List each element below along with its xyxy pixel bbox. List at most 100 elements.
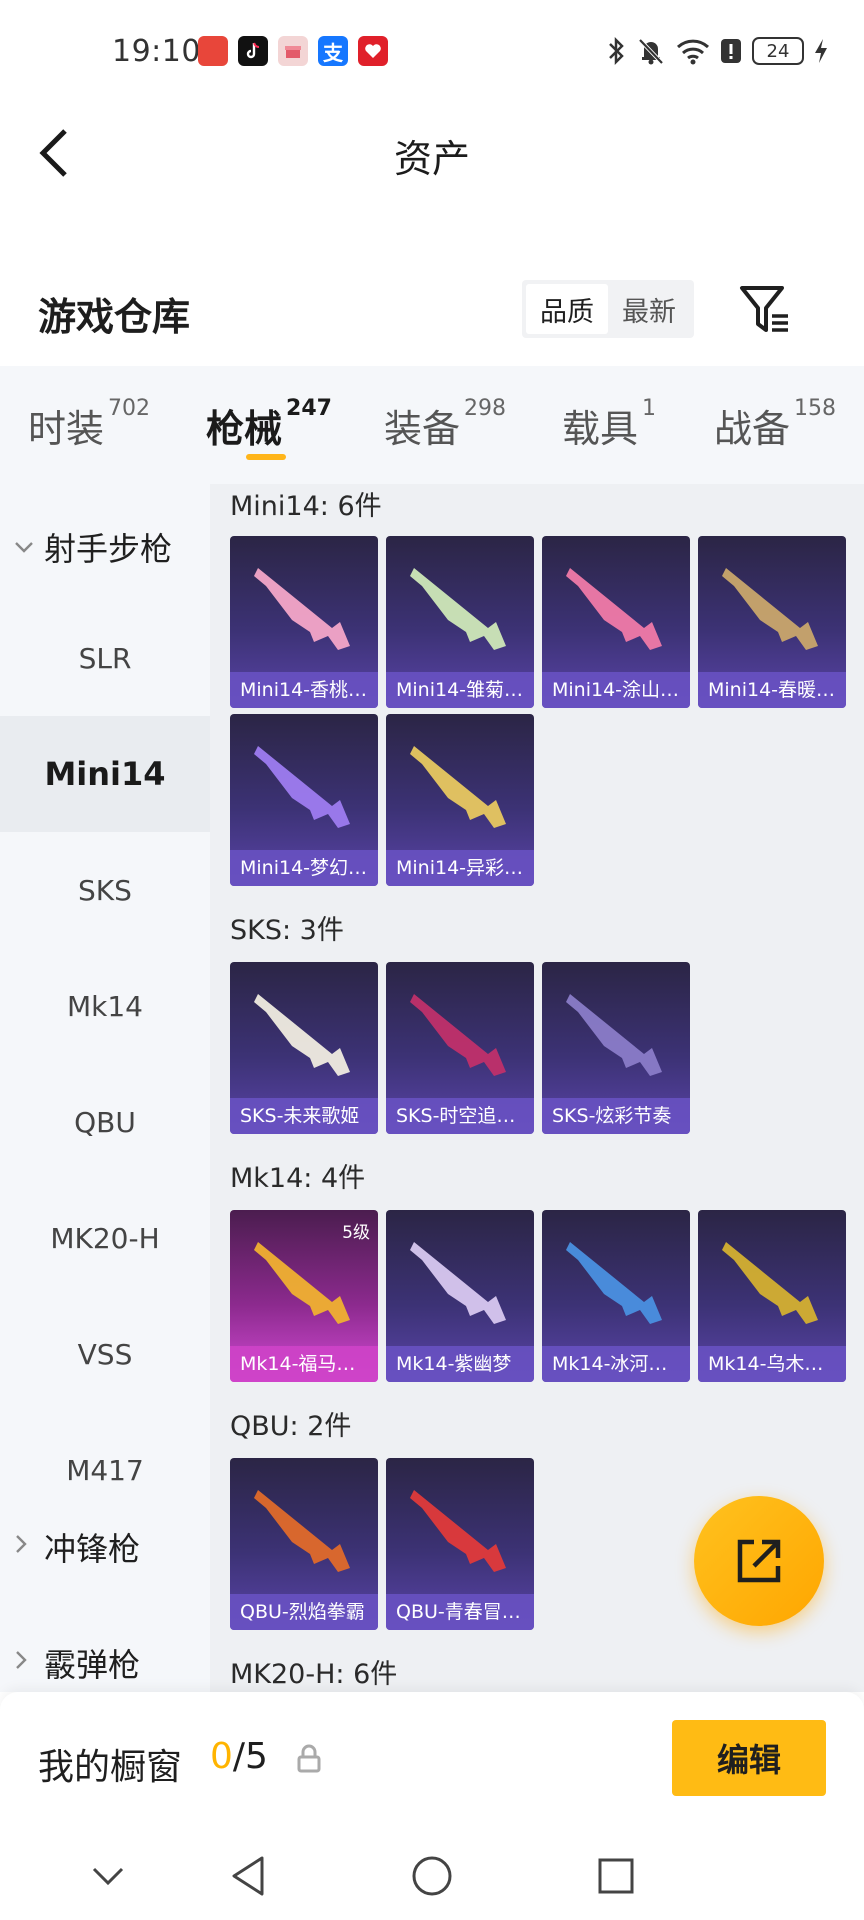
rifle-icon [410, 994, 506, 1076]
sidebar-item-slr[interactable]: SLR [0, 600, 210, 716]
skin-card[interactable]: SKS-未来歌姬 [230, 962, 378, 1134]
charging-icon [815, 39, 827, 63]
sidebar-item-sks[interactable]: SKS [0, 832, 210, 948]
rifle-icon [410, 1490, 506, 1572]
rifle-icon [410, 568, 506, 650]
system-nav-bar [0, 1828, 864, 1920]
sidebar-group-label: 霰弹枪 [44, 1646, 141, 1684]
page-title: 资产 [393, 137, 470, 181]
sidebar-group-marksman[interactable]: 射手步枪 [14, 524, 172, 570]
skin-card[interactable]: Mini14-香桃… [230, 536, 378, 708]
sidebar-item-m417[interactable]: M417 [0, 1412, 210, 1528]
huawei-app-icon [198, 36, 228, 66]
tab-label: 战备 [714, 407, 791, 451]
showcase-count: 0/5 [210, 1736, 268, 1777]
rifle-icon [566, 994, 662, 1076]
skin-card[interactable]: Mini14-梦幻… [230, 714, 378, 886]
mute-bell-icon [638, 38, 664, 65]
sidebar-item-mk20h[interactable]: MK20-H [0, 1180, 210, 1296]
skin-name: Mini14-异彩… [386, 850, 534, 886]
showcase-current: 0 [210, 1736, 233, 1777]
rifle-icon [410, 746, 506, 828]
nav-collapse-button[interactable] [78, 1846, 138, 1906]
showcase-total: /5 [232, 1736, 268, 1777]
chevron-down-icon [14, 535, 34, 560]
skin-name: Mk14-紫幽梦 [386, 1346, 534, 1382]
rifle-icon [254, 746, 350, 828]
sidebar-group-shotgun[interactable]: 霰弹枪 [14, 1640, 140, 1686]
skin-name: SKS-时空追… [386, 1098, 534, 1134]
rifle-icon [722, 1242, 818, 1324]
chevron-down-icon [92, 1867, 124, 1886]
skin-card[interactable]: QBU-烈焰拳霸 [230, 1458, 378, 1630]
nav-home-button[interactable] [402, 1846, 462, 1906]
weapon-type-sidebar: 射手步枪 SLR Mini14 SKS Mk14 QBU MK20-H VSS … [0, 484, 210, 1692]
skin-card[interactable]: Mk14-乌木… [698, 1210, 846, 1382]
status-time: 19:10 [112, 34, 201, 69]
skin-card[interactable]: SKS-时空追… [386, 962, 534, 1134]
section-title-mk20h: MK20-H: 6件 [230, 1659, 398, 1690]
rifle-icon [566, 1242, 662, 1324]
showcase-bar: 我的橱窗 0/5 编辑 [0, 1692, 864, 1828]
sidebar-item-mk14[interactable]: Mk14 [0, 948, 210, 1064]
sidebar-group-smg[interactable]: 冲锋枪 [14, 1524, 140, 1570]
nav-back-button[interactable] [218, 1846, 278, 1906]
skin-name: SKS-未来歌姬 [230, 1098, 378, 1134]
tab-label: 枪械 [206, 407, 283, 451]
gift-app-icon [278, 36, 308, 66]
rifle-icon [722, 568, 818, 650]
skin-name: Mini14-香桃… [230, 672, 378, 708]
filter-icon [740, 286, 788, 332]
skin-name: Mini14-雏菊… [386, 672, 534, 708]
showcase-title: 我的橱窗 [38, 1747, 183, 1788]
nav-recents-button[interactable] [586, 1846, 646, 1906]
tab-fashion[interactable]: 时装 702 [28, 396, 151, 453]
sort-quality-button[interactable]: 品质 [526, 284, 608, 334]
warehouse-title: 游戏仓库 [38, 295, 191, 339]
skin-card[interactable]: Mk14-紫幽梦 [386, 1210, 534, 1382]
section-title-sks: SKS: 3件 [230, 915, 344, 946]
skin-name: Mini14-涂山… [542, 672, 690, 708]
tab-label: 载具 [562, 407, 639, 451]
skin-card[interactable]: Mini14-雏菊… [386, 536, 534, 708]
lock-icon [297, 1744, 321, 1773]
rifle-icon [566, 568, 662, 650]
tab-equipment[interactable]: 装备 298 [384, 396, 506, 453]
tab-guns[interactable]: 枪械 247 [206, 396, 332, 453]
sidebar-item-qbu[interactable]: QBU [0, 1064, 210, 1180]
chevron-right-icon [14, 1534, 34, 1560]
skin-card[interactable]: Mk14-冰河… [542, 1210, 690, 1382]
sidebar-item-vss[interactable]: VSS [0, 1296, 210, 1412]
status-indicators: 24 [606, 36, 828, 66]
section-title-mini14: Mini14: 6件 [230, 491, 382, 522]
active-tab-indicator [246, 454, 286, 460]
tab-label: 装备 [384, 407, 461, 451]
edit-button[interactable]: 编辑 [672, 1720, 826, 1796]
skin-card[interactable]: Mini14-春暖… [698, 536, 846, 708]
skin-card[interactable]: QBU-青春冒… [386, 1458, 534, 1630]
share-fab-button[interactable] [694, 1496, 824, 1626]
level-badge: 5级 [342, 1223, 370, 1243]
skin-card[interactable]: Mini14-涂山… [542, 536, 690, 708]
sort-newest-button[interactable]: 最新 [608, 284, 690, 334]
skin-card[interactable]: Mini14-异彩… [386, 714, 534, 886]
sidebar-item-mini14[interactable]: Mini14 [0, 716, 210, 832]
tab-vehicles[interactable]: 载具 1 [562, 396, 656, 453]
bluetooth-icon [609, 36, 624, 66]
sidebar-group-label: 冲锋枪 [44, 1530, 141, 1568]
tab-count: 702 [108, 396, 151, 421]
section-title-mk14: Mk14: 4件 [230, 1163, 366, 1194]
tab-label: 时装 [28, 407, 105, 451]
skin-card[interactable]: SKS-炫彩节奏 [542, 962, 690, 1134]
skin-name: Mk14-福马… [230, 1346, 378, 1382]
rifle-icon [410, 1242, 506, 1324]
tab-count: 247 [286, 396, 332, 421]
category-tabs: 时装 702 枪械 247 装备 298 载具 1 战备 158 [0, 366, 864, 484]
heart-app-icon [358, 36, 388, 66]
filter-button[interactable] [736, 282, 792, 338]
alert-icon [721, 39, 741, 63]
status-app-icons: 支 [198, 36, 388, 66]
rifle-icon [254, 994, 350, 1076]
skin-card[interactable]: 5级 Mk14-福马… [230, 1210, 378, 1382]
tab-supplies[interactable]: 战备 158 [714, 396, 836, 453]
